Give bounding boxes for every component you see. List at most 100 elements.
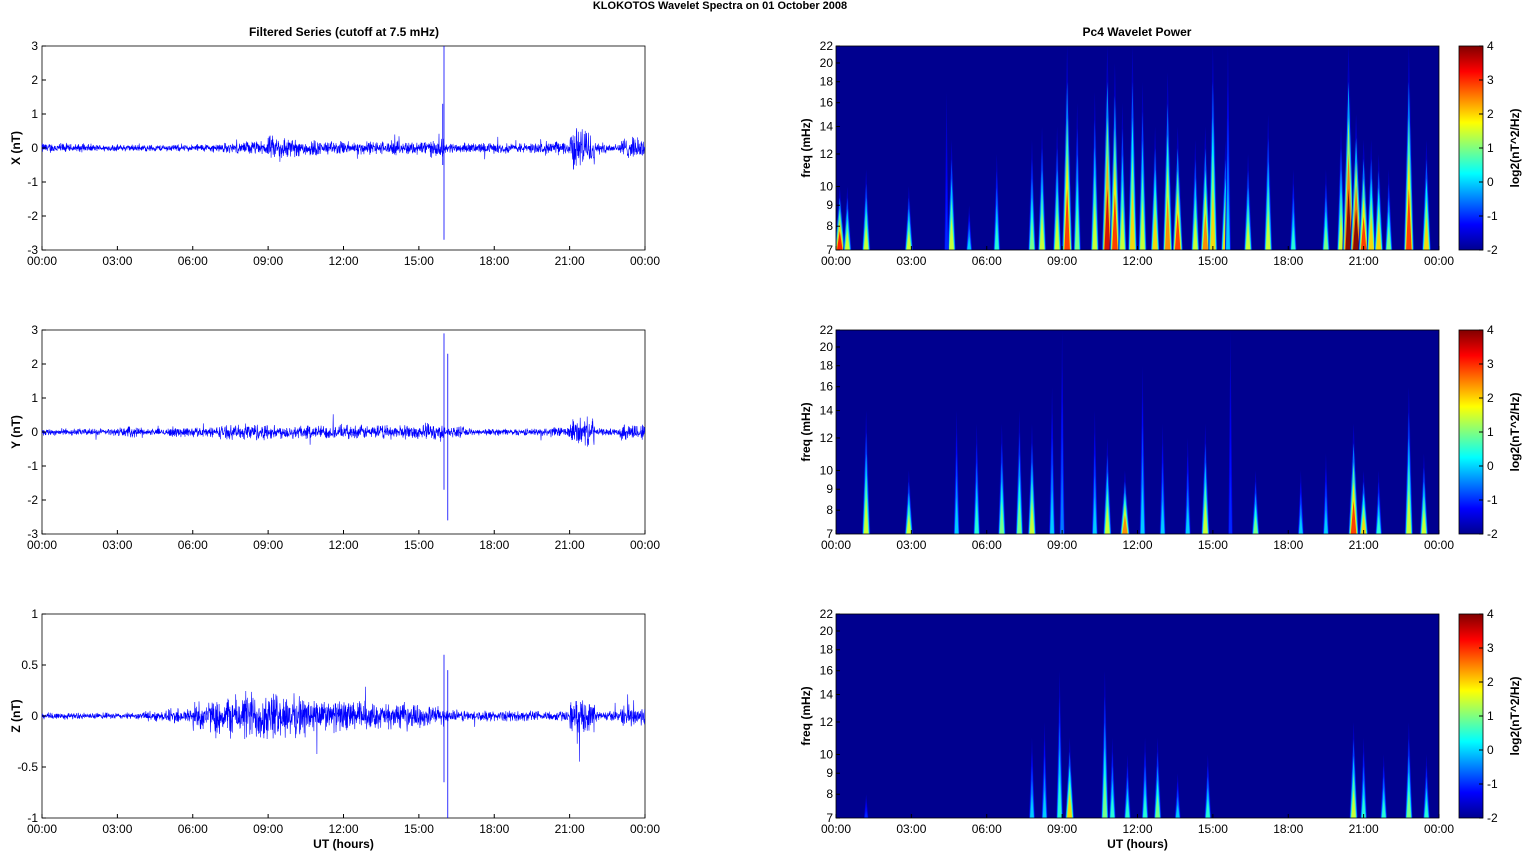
y-axis-label: freq (mHz) [799,402,813,461]
x-tick-label: 21:00 [555,538,585,552]
y-tick-label: -2 [27,493,38,507]
left-column-title: Filtered Series (cutoff at 7.5 mHz) [249,25,439,39]
x-tick-label: 18:00 [479,822,509,836]
x-tick-label: 09:00 [1047,822,1077,836]
x-tick-label: 03:00 [102,538,132,552]
y-tick-label: 22 [820,39,834,53]
y-tick-label: 16 [820,96,834,110]
x-tick-label: 21:00 [555,822,585,836]
spectrogram-background [836,614,1439,818]
y-tick-label: 12 [820,147,834,161]
x-tick-label: 12:00 [1122,822,1152,836]
y-tick-label: 2 [31,357,38,371]
y-axis-label: freq (mHz) [799,686,813,745]
x-tick-label: 00:00 [1424,538,1454,552]
y-tick-label: 9 [826,198,833,212]
x-tick-label: 03:00 [102,254,132,268]
right-column-title: Pc4 Wavelet Power [1083,25,1192,39]
y-tick-label: 14 [820,404,834,418]
colorbar-tick-label: -1 [1487,777,1498,791]
x-tick-label: 06:00 [972,254,1002,268]
colorbar-tick-label: 3 [1487,73,1494,87]
spectrogram-panel-y: 22201816141210987freq (mHz)00:00 03:00 06:… [799,323,1522,552]
y-tick-label: 10 [820,747,834,761]
x-tick-label: 06:00 [178,538,208,552]
y-tick-label: -2 [27,209,38,223]
spectrogram-panel-x: 22201816141210987freq (mHz)00:00 03:00 06:… [799,39,1522,268]
colorbar-tick-label: 3 [1487,641,1494,655]
y-tick-label: 20 [820,56,834,70]
colorbar-tick-label: -2 [1487,527,1498,541]
colorbar-tick-label: 2 [1487,107,1494,121]
y-tick-label: 9 [826,482,833,496]
x-tick-label: 09:00 [253,538,283,552]
y-tick-label: -1 [27,459,38,473]
y-axis-label: Z (nT) [9,699,23,732]
x-tick-label: 03:00 [896,254,926,268]
colorbar-tick-label: 2 [1487,675,1494,689]
y-tick-label: 0 [31,141,38,155]
spectrogram-panel-z: 22201816141210987freq (mHz)00:00 03:00 06:… [799,607,1522,851]
x-tick-label: 03:00 [896,822,926,836]
x-tick-label: 12:00 [1122,538,1152,552]
x-tick-label: 00:00 [27,822,57,836]
x-tick-label: 18:00 [1273,254,1303,268]
y-tick-label: 8 [826,219,833,233]
timeseries-panel-z: 10.50-0.5-1Z (nT)00:00 03:00 06:00 09:00 12:… [9,607,660,851]
x-tick-label: 06:00 [972,822,1002,836]
x-tick-label: 06:00 [972,538,1002,552]
colorbar-tick-label: -1 [1487,493,1498,507]
x-tick-label: 09:00 [1047,254,1077,268]
y-tick-label: -1 [27,175,38,189]
x-tick-label: 09:00 [253,254,283,268]
colorbar-tick-label: 0 [1487,175,1494,189]
y-tick-label: 3 [31,39,38,53]
y-tick-label: 18 [820,359,834,373]
x-tick-label: 00:00 [821,538,851,552]
colorbar-tick-label: -1 [1487,209,1498,223]
colorbar-tick-label: 0 [1487,459,1494,473]
x-tick-label: 00:00 [630,822,660,836]
x-tick-label: 12:00 [328,254,358,268]
y-axis-label: Y (nT) [9,415,23,449]
x-tick-label: 15:00 [404,254,434,268]
y-tick-label: 0 [31,425,38,439]
y-tick-label: 16 [820,380,834,394]
x-tick-label: 15:00 [404,822,434,836]
x-tick-label: 03:00 [102,822,132,836]
x-tick-label: 21:00 [1349,538,1379,552]
y-tick-label: 22 [820,607,834,621]
x-tick-label: 12:00 [1122,254,1152,268]
y-tick-label: 18 [820,75,834,89]
x-tick-label: 15:00 [404,538,434,552]
colorbar-tick-label: 4 [1487,607,1494,621]
colorbar-label: log2(nT^2/Hz) [1508,108,1522,187]
y-tick-label: 10 [820,463,834,477]
x-tick-label: 18:00 [1273,538,1303,552]
x-tick-label: 18:00 [479,254,509,268]
x-tick-label: 21:00 [1349,254,1379,268]
x-tick-label: 15:00 [1198,254,1228,268]
x-tick-label: 21:00 [1349,822,1379,836]
colorbar-tick-label: -2 [1487,243,1498,257]
x-axis-label: UT (hours) [1107,837,1168,851]
y-tick-label: 22 [820,323,834,337]
y-tick-label: 1 [31,391,38,405]
x-tick-label: 12:00 [328,538,358,552]
colorbar-tick-label: 3 [1487,357,1494,371]
y-axis-label: X (nT) [9,131,23,165]
colorbar-tick-label: -2 [1487,811,1498,825]
timeseries-panel-y: 3210-1-2-3Y (nT)00:00 03:00 06:00 09:00 12:0… [9,323,660,552]
y-tick-label: 9 [826,766,833,780]
y-tick-label: 8 [826,503,833,517]
x-tick-label: 00:00 [821,822,851,836]
x-tick-label: 00:00 [630,538,660,552]
colorbar-tick-label: 1 [1487,425,1494,439]
colorbar-label: log2(nT^2/Hz) [1508,392,1522,471]
x-tick-label: 21:00 [555,254,585,268]
x-tick-label: 12:00 [328,822,358,836]
x-tick-label: 06:00 [178,254,208,268]
colorbar-tick-label: 2 [1487,391,1494,405]
x-tick-label: 15:00 [1198,538,1228,552]
colorbar-tick-label: 1 [1487,709,1494,723]
